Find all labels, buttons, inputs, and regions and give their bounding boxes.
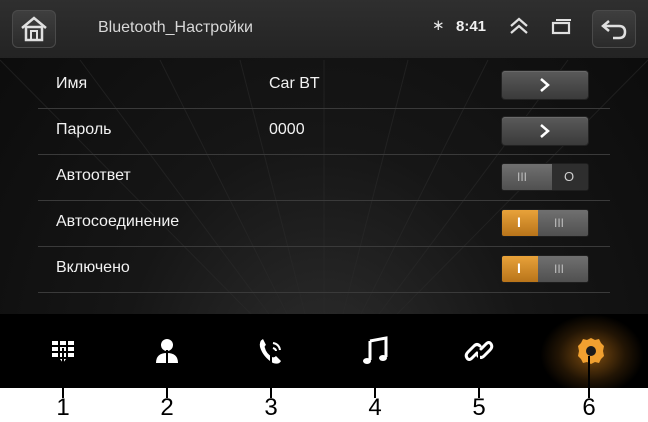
back-icon (601, 20, 627, 40)
setting-label: Автоответ (56, 167, 131, 184)
bluetooth-icon: ∗ (432, 17, 445, 34)
on-mark: I (517, 260, 521, 276)
setting-value: 0000 (269, 121, 305, 138)
settings-row-autoanswer: Автоответ III O (38, 154, 610, 201)
autoanswer-toggle[interactable]: III O (502, 164, 588, 190)
clock-time: 8:41 (456, 18, 487, 35)
callout-line-1 (62, 348, 64, 398)
page-title: Bluetooth_Настройки (98, 19, 253, 36)
back-button[interactable] (592, 10, 636, 48)
chevron-up-icon[interactable] (506, 14, 532, 40)
grip-lines: III (554, 216, 565, 230)
callout-number-3: 3 (264, 394, 278, 421)
settings-row-autoconnect: Автосоединение I III (38, 200, 610, 247)
off-mark: O (564, 169, 575, 184)
edit-password-button[interactable] (502, 117, 588, 145)
toggle-on-side: I (502, 256, 538, 282)
window-icon[interactable] (548, 14, 574, 40)
setting-label: Пароль (56, 121, 112, 138)
callout-line-2 (166, 350, 168, 398)
chevron-right-icon (540, 124, 550, 138)
setting-label: Автосоединение (56, 213, 180, 230)
callout-line-3 (270, 352, 272, 398)
callout-line-6 (588, 356, 590, 398)
setting-label: Имя (56, 75, 88, 92)
status-bar: Bluetooth_Настройки ∗ 8:41 (0, 0, 648, 58)
toggle-grip: III (502, 164, 552, 190)
on-mark: I (517, 214, 521, 230)
callout-line-4 (374, 352, 376, 398)
home-button[interactable] (12, 10, 56, 48)
chevron-right-icon (540, 78, 550, 92)
toggle-grip: III (538, 210, 588, 236)
setting-value: Car BT (269, 75, 320, 92)
grip-lines: III (554, 262, 565, 276)
home-icon (21, 16, 47, 42)
callout-line-5 (478, 352, 480, 398)
nav-settings[interactable] (538, 314, 644, 388)
toggle-on-side: I (502, 210, 538, 236)
settings-gear-icon (578, 338, 604, 364)
settings-row-enabled: Включено I III (38, 246, 610, 293)
autoconnect-toggle[interactable]: I III (502, 210, 588, 236)
toggle-grip: III (538, 256, 588, 282)
callout-number-5: 5 (472, 394, 486, 421)
edit-name-button[interactable] (502, 71, 588, 99)
callout-number-2: 2 (160, 394, 174, 421)
toggle-off-side: O (552, 164, 588, 190)
callout-number-1: 1 (56, 394, 70, 421)
grip-lines: III (517, 170, 528, 184)
callout-number-4: 4 (368, 394, 382, 421)
callout-number-6: 6 (582, 394, 596, 421)
setting-label: Включено (56, 259, 130, 276)
enabled-toggle[interactable]: I III (502, 256, 588, 282)
settings-row-name: Имя Car BT (38, 62, 610, 109)
settings-row-password: Пароль 0000 (38, 108, 610, 155)
